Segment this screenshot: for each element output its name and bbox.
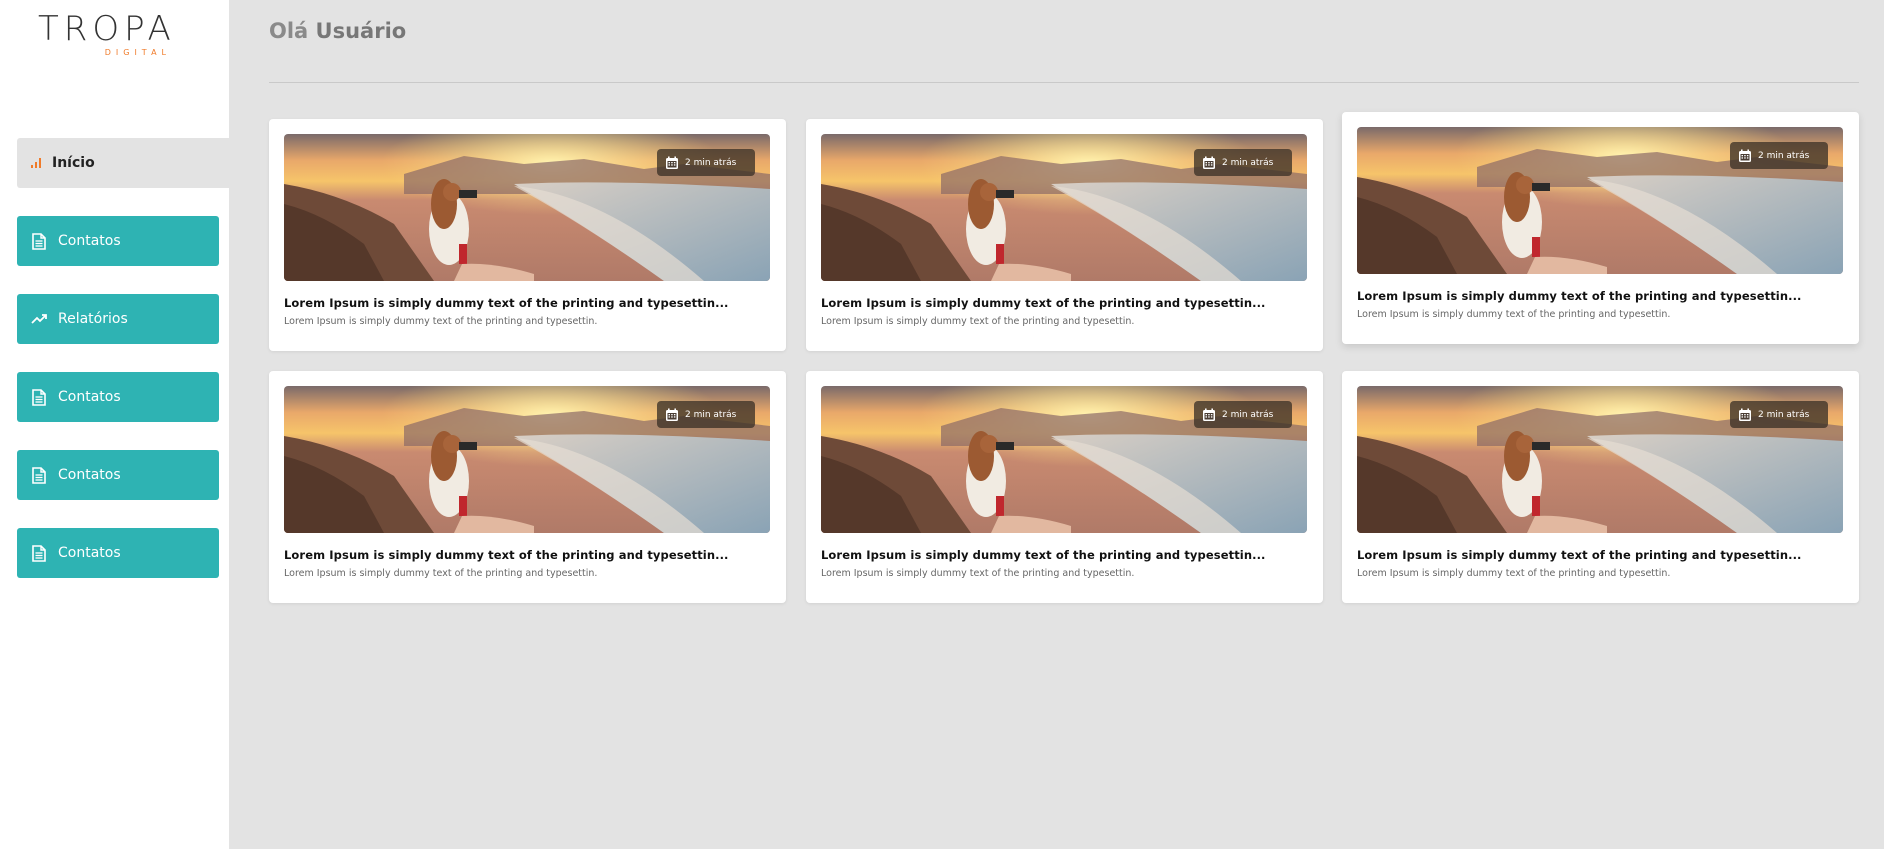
post-card[interactable]: 2 min atrás Lorem Ipsum is simply dummy … — [806, 371, 1323, 603]
post-image: 2 min atrás — [1357, 127, 1843, 274]
time-badge: 2 min atrás — [1730, 142, 1828, 169]
time-text: 2 min atrás — [685, 157, 737, 168]
post-card[interactable]: 2 min atrás Lorem Ipsum is simply dummy … — [269, 371, 786, 603]
brand-logo[interactable]: TROPA DIGITAL — [38, 10, 173, 58]
page-greeting: Olá Usuário — [269, 18, 406, 44]
greeting-text: Olá — [269, 19, 309, 43]
post-card[interactable]: 2 min atrás Lorem Ipsum is simply dummy … — [1342, 371, 1859, 603]
sidebar-item-contatos[interactable]: Contatos — [17, 528, 219, 578]
logo-text: TROPA — [38, 9, 176, 49]
sidebar-item-contatos[interactable]: Contatos — [17, 372, 219, 422]
sidebar: TROPA DIGITAL Início Contatos Relatórios… — [0, 0, 229, 849]
post-description: Lorem Ipsum is simply dummy text of the … — [1357, 309, 1671, 320]
time-text: 2 min atrás — [1758, 150, 1810, 161]
post-title: Lorem Ipsum is simply dummy text of the … — [284, 296, 729, 310]
sidebar-item-contatos[interactable]: Contatos — [17, 450, 219, 500]
calendar-icon — [1202, 156, 1216, 170]
logo-subtext: DIGITAL — [104, 48, 171, 57]
post-image: 2 min atrás — [821, 386, 1307, 533]
time-text: 2 min atrás — [1222, 409, 1274, 420]
time-badge: 2 min atrás — [657, 401, 755, 428]
post-card[interactable]: 2 min atrás Lorem Ipsum is simply dummy … — [269, 119, 786, 351]
post-description: Lorem Ipsum is simply dummy text of the … — [821, 568, 1135, 579]
post-title: Lorem Ipsum is simply dummy text of the … — [284, 548, 729, 562]
post-description: Lorem Ipsum is simply dummy text of the … — [284, 568, 598, 579]
post-title: Lorem Ipsum is simply dummy text of the … — [1357, 548, 1802, 562]
time-badge: 2 min atrás — [1194, 149, 1292, 176]
time-badge: 2 min atrás — [657, 149, 755, 176]
sidebar-item-label: Contatos — [58, 233, 121, 249]
sidebar-item-label: Contatos — [58, 545, 121, 561]
calendar-icon — [665, 156, 679, 170]
time-badge: 2 min atrás — [1194, 401, 1292, 428]
time-text: 2 min atrás — [1222, 157, 1274, 168]
post-description: Lorem Ipsum is simply dummy text of the … — [1357, 568, 1671, 579]
calendar-icon — [665, 408, 679, 422]
sidebar-item-label: Início — [52, 155, 95, 171]
post-description: Lorem Ipsum is simply dummy text of the … — [821, 316, 1135, 327]
post-card[interactable]: 2 min atrás Lorem Ipsum is simply dummy … — [1342, 112, 1859, 344]
post-title: Lorem Ipsum is simply dummy text of the … — [821, 296, 1266, 310]
document-icon — [30, 466, 48, 484]
sidebar-item-relatorios[interactable]: Relatórios — [17, 294, 219, 344]
sidebar-item-inicio[interactable]: Início — [17, 138, 229, 188]
document-icon — [30, 232, 48, 250]
main-content: Olá Usuário 2 min atrás Lorem Ipsum is s… — [229, 0, 1884, 849]
post-image: 2 min atrás — [284, 134, 770, 281]
time-text: 2 min atrás — [685, 409, 737, 420]
post-title: Lorem Ipsum is simply dummy text of the … — [821, 548, 1266, 562]
sidebar-item-contatos[interactable]: Contatos — [17, 216, 219, 266]
sidebar-item-label: Contatos — [58, 467, 121, 483]
calendar-icon — [1202, 408, 1216, 422]
bar-chart-icon — [30, 154, 42, 172]
user-name: Usuário — [315, 19, 407, 43]
time-text: 2 min atrás — [1758, 409, 1810, 420]
calendar-icon — [1738, 408, 1752, 422]
post-title: Lorem Ipsum is simply dummy text of the … — [1357, 289, 1802, 303]
post-card[interactable]: 2 min atrás Lorem Ipsum is simply dummy … — [806, 119, 1323, 351]
post-image: 2 min atrás — [1357, 386, 1843, 533]
calendar-icon — [1738, 149, 1752, 163]
time-badge: 2 min atrás — [1730, 401, 1828, 428]
post-image: 2 min atrás — [284, 386, 770, 533]
post-description: Lorem Ipsum is simply dummy text of the … — [284, 316, 598, 327]
sidebar-item-label: Contatos — [58, 389, 121, 405]
sidebar-item-label: Relatórios — [58, 311, 128, 327]
header-divider — [269, 82, 1859, 83]
post-image: 2 min atrás — [821, 134, 1307, 281]
document-icon — [30, 388, 48, 406]
document-icon — [30, 544, 48, 562]
trending-up-icon — [30, 310, 48, 328]
